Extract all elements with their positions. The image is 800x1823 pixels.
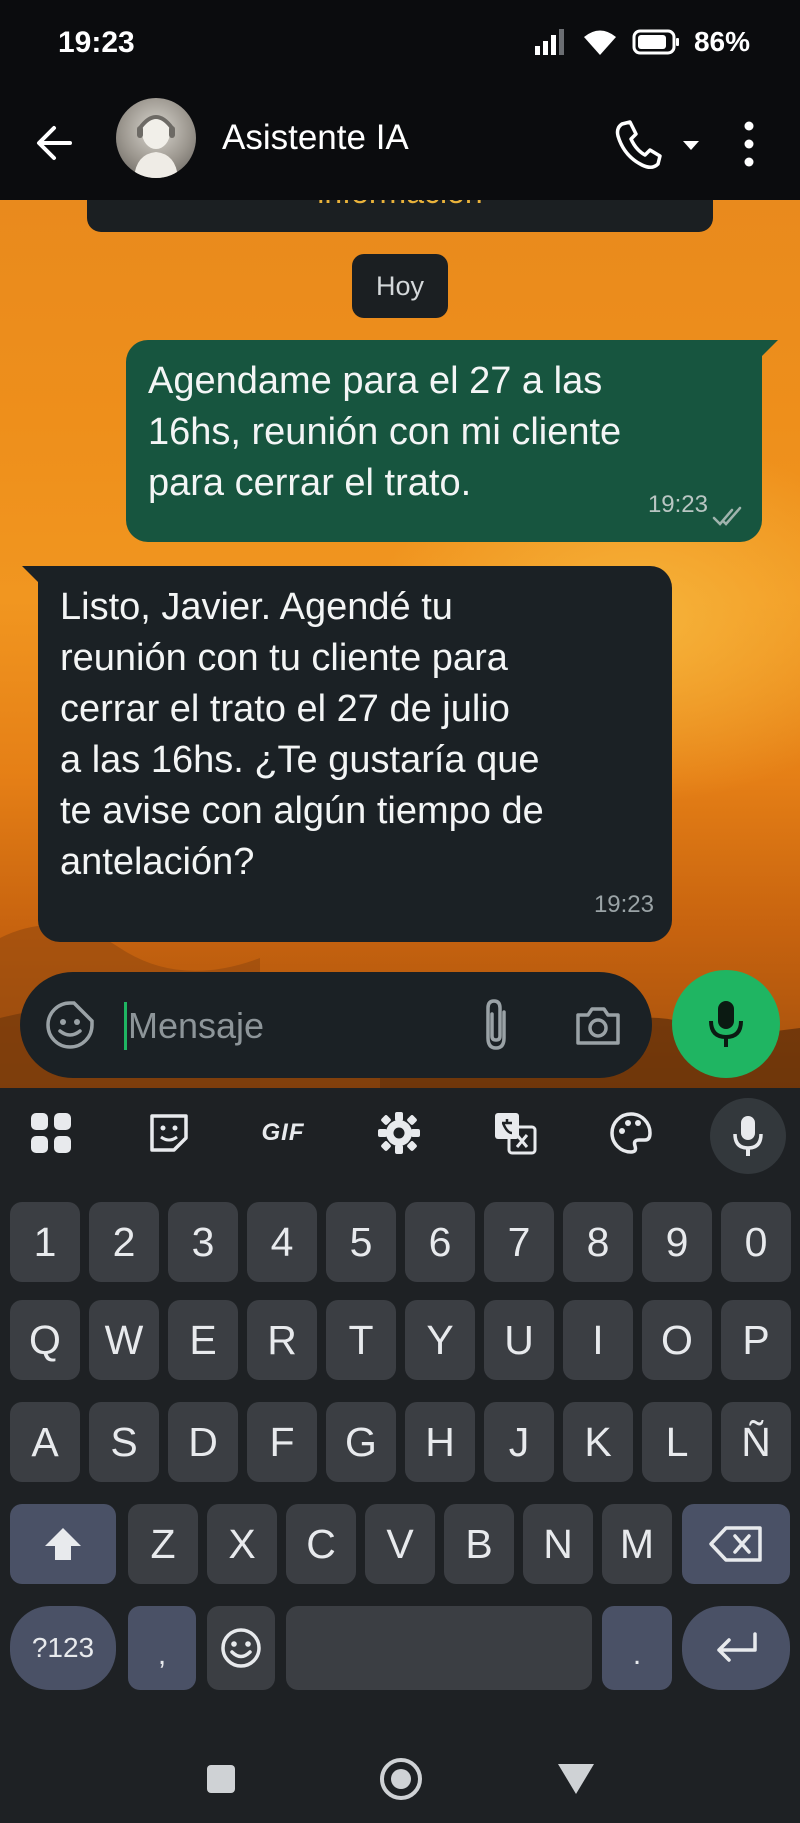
camera-icon[interactable]: [572, 999, 624, 1051]
key-n[interactable]: N: [523, 1504, 593, 1584]
backspace-key[interactable]: [682, 1504, 790, 1584]
home-icon[interactable]: [378, 1756, 424, 1802]
message-time: 19:23: [593, 891, 654, 918]
gif-label: GIF: [261, 1119, 305, 1146]
message-text: Listo, Javier. Agendé tu reunión con tu …: [60, 586, 544, 883]
read-receipt-icon: [712, 506, 742, 526]
emoji-smiley-icon: [221, 1628, 261, 1668]
chevron-down-icon[interactable]: [676, 130, 706, 160]
back-arrow-icon[interactable]: [30, 118, 80, 168]
key-k[interactable]: K: [563, 1402, 633, 1482]
key-f[interactable]: F: [247, 1402, 317, 1482]
voice-message-button[interactable]: [672, 970, 780, 1078]
key-m[interactable]: M: [602, 1504, 672, 1584]
key-i[interactable]: I: [563, 1300, 633, 1380]
sticker-pack-icon[interactable]: [142, 1108, 196, 1158]
battery-percentage: 86%: [693, 26, 750, 57]
microphone-icon: [733, 1116, 763, 1156]
key-6[interactable]: 6: [405, 1202, 475, 1282]
key-q[interactable]: Q: [10, 1300, 80, 1380]
recent-apps-icon[interactable]: [204, 1762, 238, 1796]
key-g[interactable]: G: [326, 1402, 396, 1482]
key-9[interactable]: 9: [642, 1202, 712, 1282]
gif-button[interactable]: GIF: [256, 1108, 310, 1158]
key-h[interactable]: H: [405, 1402, 475, 1482]
key-o[interactable]: O: [642, 1300, 712, 1380]
keyboard: GIF 1 2 3 4 5 6 7 8 9 0 Q W E R T Y U I …: [0, 1088, 800, 1823]
keyboard-voice-input[interactable]: [710, 1098, 786, 1174]
comma-key[interactable]: ,: [128, 1606, 196, 1690]
message-input[interactable]: [128, 998, 468, 1054]
enter-key[interactable]: [682, 1606, 790, 1690]
message-composer: [20, 972, 652, 1078]
key-2[interactable]: 2: [89, 1202, 159, 1282]
date-separator: Hoy: [352, 254, 448, 318]
translate-icon[interactable]: [488, 1108, 542, 1158]
text-cursor: [124, 1002, 127, 1050]
key-u[interactable]: U: [484, 1300, 554, 1380]
more-options-icon[interactable]: [734, 114, 764, 174]
key-5[interactable]: 5: [326, 1202, 396, 1282]
symbols-key[interactable]: ?123: [10, 1606, 116, 1690]
key-l[interactable]: L: [642, 1402, 712, 1482]
shift-key[interactable]: [10, 1504, 116, 1584]
shift-arrow-icon: [45, 1528, 81, 1560]
space-key[interactable]: [286, 1606, 592, 1690]
key-j[interactable]: J: [484, 1402, 554, 1482]
key-1[interactable]: 1: [10, 1202, 80, 1282]
enter-arrow-icon: [717, 1632, 757, 1662]
wifi-icon: [583, 30, 616, 55]
key-t[interactable]: T: [326, 1300, 396, 1380]
message-time: 19:23: [647, 491, 708, 518]
key-b[interactable]: B: [444, 1504, 514, 1584]
status-time: 19:23: [58, 26, 135, 59]
key-z[interactable]: Z: [128, 1504, 198, 1584]
key-7[interactable]: 7: [484, 1202, 554, 1282]
key-c[interactable]: C: [286, 1504, 356, 1584]
voice-call-icon[interactable]: [612, 116, 662, 172]
key-r[interactable]: R: [247, 1300, 317, 1380]
apps-grid-icon[interactable]: [24, 1108, 78, 1158]
key-x[interactable]: X: [207, 1504, 277, 1584]
period-key[interactable]: .: [602, 1606, 672, 1690]
robot-avatar-image: [134, 115, 178, 178]
key-w[interactable]: W: [89, 1300, 159, 1380]
key-8[interactable]: 8: [563, 1202, 633, 1282]
battery-icon: [632, 29, 679, 55]
sticker-icon[interactable]: [44, 999, 96, 1051]
key-s[interactable]: S: [89, 1402, 159, 1482]
back-triangle-icon[interactable]: [556, 1762, 596, 1796]
key-a[interactable]: A: [10, 1402, 80, 1482]
microphone-icon: [709, 1001, 743, 1047]
key-0[interactable]: 0: [721, 1202, 791, 1282]
previous-message-text: información: [87, 200, 713, 211]
chat-area[interactable]: información Hoy Agendame para el 27 a la…: [0, 200, 800, 1088]
signal-icon: [534, 29, 564, 55]
key-p[interactable]: P: [721, 1300, 791, 1380]
key-3[interactable]: 3: [168, 1202, 238, 1282]
key-y[interactable]: Y: [405, 1300, 475, 1380]
backspace-icon: [709, 1526, 762, 1562]
theme-palette-icon[interactable]: [604, 1108, 658, 1158]
key-enye[interactable]: Ñ: [721, 1402, 791, 1482]
status-bar: 19:23 86%: [0, 0, 800, 90]
system-navigation-bar: [0, 1728, 800, 1823]
message-outgoing[interactable]: Agendame para el 27 a las 16hs, reunión …: [126, 340, 778, 542]
key-4[interactable]: 4: [247, 1202, 317, 1282]
key-v[interactable]: V: [365, 1504, 435, 1584]
settings-gear-icon[interactable]: [372, 1108, 426, 1158]
attach-icon[interactable]: [470, 996, 526, 1054]
key-e[interactable]: E: [168, 1300, 238, 1380]
previous-message-fragment[interactable]: información: [87, 200, 713, 232]
message-incoming[interactable]: Listo, Javier. Agendé tu reunión con tu …: [22, 566, 672, 942]
key-d[interactable]: D: [168, 1402, 238, 1482]
status-icons: 86%: [534, 26, 750, 58]
keyboard-toolbar: GIF: [0, 1088, 800, 1178]
contact-avatar[interactable]: [116, 98, 196, 178]
emoji-key[interactable]: [207, 1606, 275, 1690]
contact-name[interactable]: Asistente IA: [222, 118, 409, 158]
